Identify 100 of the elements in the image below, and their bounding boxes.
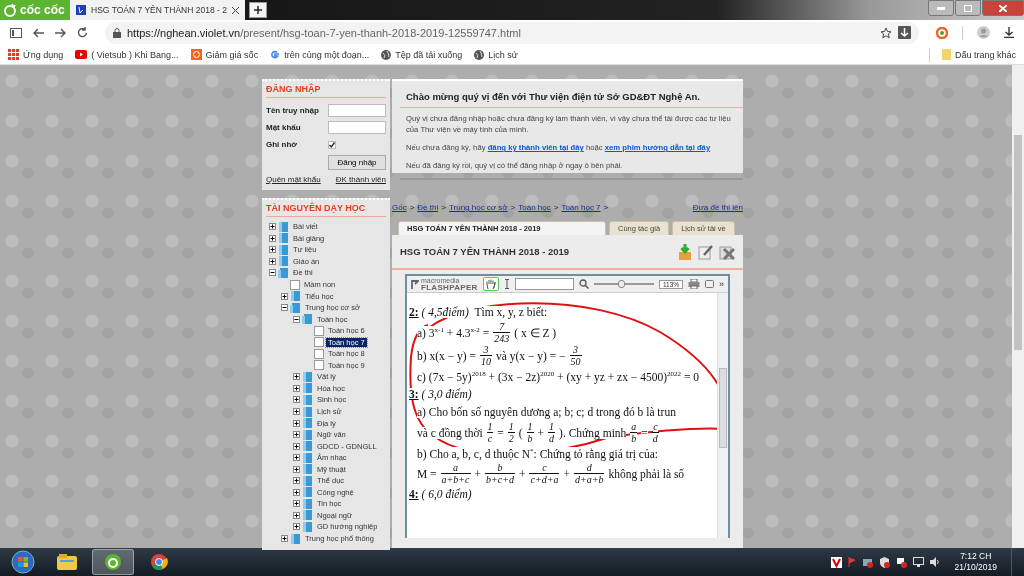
scrollbar[interactable] — [717, 293, 728, 538]
scrollbar[interactable] — [1012, 65, 1024, 548]
expander-icon[interactable] — [269, 269, 276, 277]
avatar-icon[interactable] — [977, 26, 990, 39]
breadcrumb-link[interactable]: Toán học 7 — [561, 203, 601, 212]
scrollbar-thumb[interactable] — [719, 368, 727, 448]
speaker-icon[interactable] — [930, 557, 941, 567]
monitor-icon[interactable] — [913, 557, 925, 567]
expander-icon[interactable] — [293, 454, 300, 462]
expander-icon[interactable] — [293, 500, 300, 508]
print-icon[interactable] — [688, 279, 700, 289]
new-tab-button[interactable] — [248, 2, 267, 18]
sidebar-icon[interactable] — [10, 27, 22, 38]
bookmark-link[interactable]: trên cùng một đoạn... — [284, 49, 370, 60]
checkbox[interactable] — [328, 140, 336, 149]
bookmark-link[interactable]: Dấu trang khác — [954, 49, 1016, 60]
download-icon[interactable] — [1004, 27, 1014, 38]
forward-icon[interactable] — [55, 27, 66, 38]
book-icon — [302, 452, 313, 463]
text-cursor-icon[interactable] — [503, 279, 510, 289]
text-link[interactable]: ĐK thành viên — [335, 175, 386, 184]
math-text: a) Cho bốn số nguyên dương a; b; c; d trong đó b là trun — [417, 406, 676, 418]
fraction-denominator: 243 — [493, 332, 511, 344]
apps-grid-icon[interactable] — [8, 49, 19, 60]
book-icon — [302, 487, 313, 498]
hand-tool-icon[interactable] — [482, 277, 499, 291]
shield-icon[interactable] — [879, 556, 891, 568]
delete-icon[interactable] — [719, 243, 735, 260]
fraction-denominator: a+b+c — [440, 473, 471, 485]
expander-icon[interactable] — [269, 246, 276, 254]
plus-icon[interactable] — [253, 6, 262, 14]
v-badge-icon[interactable] — [831, 556, 843, 568]
expander-icon[interactable] — [293, 373, 300, 381]
download-icon[interactable] — [898, 26, 911, 39]
back-icon[interactable] — [33, 27, 44, 38]
expander-icon[interactable] — [293, 419, 300, 427]
text-link[interactable]: Quên mật khẩu — [266, 175, 321, 184]
expander-icon[interactable] — [293, 396, 300, 404]
start-button[interactable] — [11, 550, 35, 574]
fraction-numerator: 1 — [487, 421, 493, 432]
welcome-title: Chào mừng quý vị đến với Thư viện điện tử Sở GD&ĐT Nghệ An. — [400, 87, 743, 108]
math-text: b) Cho a, b, c, d thuộc N$^{*}$: Chứng tỏ rằng giá trị của: — [417, 446, 658, 460]
breadcrumb-link[interactable]: Trung học cơ sở — [448, 203, 508, 212]
page-icon — [314, 325, 324, 336]
expander-icon[interactable] — [269, 234, 276, 242]
folder-icon[interactable] — [57, 554, 77, 570]
clock[interactable]: 7:12 CH 21/10/2019 — [946, 551, 1005, 573]
expander-icon[interactable] — [281, 304, 288, 312]
expander-icon[interactable] — [293, 511, 300, 519]
book-icon — [302, 394, 313, 405]
expander-icon[interactable] — [269, 257, 276, 265]
breadcrumb-link[interactable]: Đề thi — [417, 203, 439, 212]
close-button[interactable] — [982, 0, 1024, 16]
fraction-numerator: 1 — [508, 421, 514, 432]
expander-icon[interactable] — [281, 292, 288, 300]
slider-thumb[interactable] — [618, 280, 626, 288]
address-field[interactable]: https://nghean.violet.vn/present/hsg-toan-7-yen-thanh-2018-2019-12559747.html — [105, 21, 919, 44]
window-icon[interactable] — [705, 280, 714, 288]
edit-icon[interactable] — [698, 243, 714, 260]
expander-icon[interactable] — [293, 442, 300, 450]
expander-icon[interactable] — [293, 523, 300, 531]
reload-icon[interactable] — [77, 27, 88, 38]
password-field[interactable] — [328, 121, 386, 134]
upload-link[interactable]: Đưa đề thi lên — [692, 203, 743, 212]
search-icon[interactable] — [579, 279, 590, 289]
field-label: Ghi nhớ — [266, 140, 297, 149]
expander-icon[interactable] — [293, 408, 300, 415]
search-field[interactable] — [514, 278, 575, 290]
browser-tab[interactable]: HSG TOÁN 7 YÊN THÀNH 2018 - 2 — [70, 0, 245, 20]
star-icon[interactable] — [880, 26, 892, 39]
login-button[interactable]: Đăng nhập — [328, 155, 386, 170]
expander-icon[interactable] — [269, 223, 276, 231]
breadcrumb-link[interactable]: Toán học — [518, 203, 551, 212]
extension-icon[interactable] — [936, 26, 948, 39]
maximize-button[interactable] — [955, 0, 981, 16]
expander-icon[interactable] — [293, 431, 300, 439]
bookmark-link[interactable]: Tệp đã tải xuống — [395, 49, 463, 60]
fraction-numerator: 3 — [573, 344, 579, 355]
chrome-icon[interactable] — [150, 553, 168, 571]
book-icon — [302, 406, 313, 417]
bookmark-link[interactable]: Giảm giá sốc — [205, 49, 259, 60]
minimize-button[interactable] — [928, 0, 954, 16]
bookmark-link[interactable]: Lịch sử — [488, 49, 518, 60]
expander-icon[interactable] — [293, 315, 300, 323]
expander-icon[interactable] — [281, 535, 288, 543]
expander-icon[interactable] — [293, 465, 300, 473]
username-field[interactable] — [328, 104, 386, 117]
network-icon[interactable] — [862, 556, 874, 568]
expander-icon[interactable] — [293, 477, 300, 485]
expander-icon[interactable] — [293, 488, 300, 496]
play-icon — [75, 50, 88, 59]
close-icon[interactable] — [231, 6, 239, 14]
expander-icon[interactable] — [293, 384, 300, 392]
bookmark-link[interactable]: ( Vietsub ) Khi Bang... — [91, 49, 179, 60]
scrollbar-thumb[interactable] — [1014, 135, 1022, 350]
more-button[interactable]: » — [718, 279, 724, 289]
download-box-icon[interactable] — [677, 243, 693, 260]
bookmark-link[interactable]: Ứng dụng — [23, 49, 64, 60]
breadcrumb-link[interactable]: Gốc — [392, 203, 407, 212]
browser-logo-icon[interactable] — [104, 553, 122, 571]
